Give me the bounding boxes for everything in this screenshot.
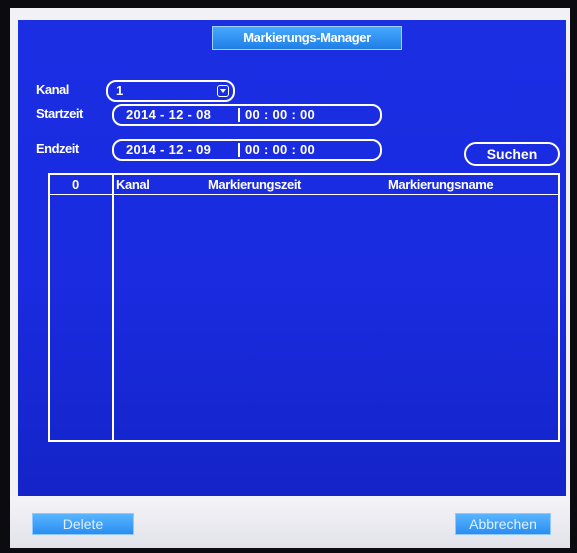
bookmark-table: 0 Kanal Markierungszeit Markierungsname [48,173,560,442]
column-kanal[interactable]: Kanal [116,175,150,194]
endzeit-field[interactable]: 2014 - 12 - 09 00 : 00 : 00 [112,139,382,161]
delete-button[interactable]: Delete [32,513,134,535]
kanal-value: 1 [116,83,124,98]
kanal-select[interactable]: 1 [106,80,235,102]
result-count: 0 [72,177,79,192]
startzeit-label: Startzeit [36,106,83,121]
dvr-screen: Markierungs-Manager Kanal 1 Startzeit 20… [10,8,570,548]
kanal-label: Kanal [36,82,69,97]
column-markierungsname[interactable]: Markierungsname [388,175,494,194]
endzeit-label: Endzeit [36,141,79,156]
startzeit-field[interactable]: 2014 - 12 - 08 00 : 00 : 00 [112,104,382,126]
endzeit-time[interactable]: 00 : 00 : 00 [245,141,315,159]
footer-bar: Delete Abbrechen [10,496,570,548]
column-divider [112,175,114,440]
cancel-button[interactable]: Abbrechen [455,513,551,535]
startzeit-date[interactable]: 2014 - 12 - 08 [126,106,211,124]
startzeit-time[interactable]: 00 : 00 : 00 [245,106,315,124]
search-button[interactable]: Suchen [464,142,560,166]
table-header: 0 Kanal Markierungszeit Markierungsname [50,175,558,195]
chevron-down-icon[interactable] [217,85,229,97]
endzeit-date[interactable]: 2014 - 12 - 09 [126,141,211,159]
column-markierungszeit[interactable]: Markierungszeit [208,175,301,194]
date-time-divider [238,143,240,157]
bookmark-manager-dialog: Markierungs-Manager Kanal 1 Startzeit 20… [18,20,566,496]
date-time-divider [238,108,240,122]
dialog-title: Markierungs-Manager [212,26,402,50]
